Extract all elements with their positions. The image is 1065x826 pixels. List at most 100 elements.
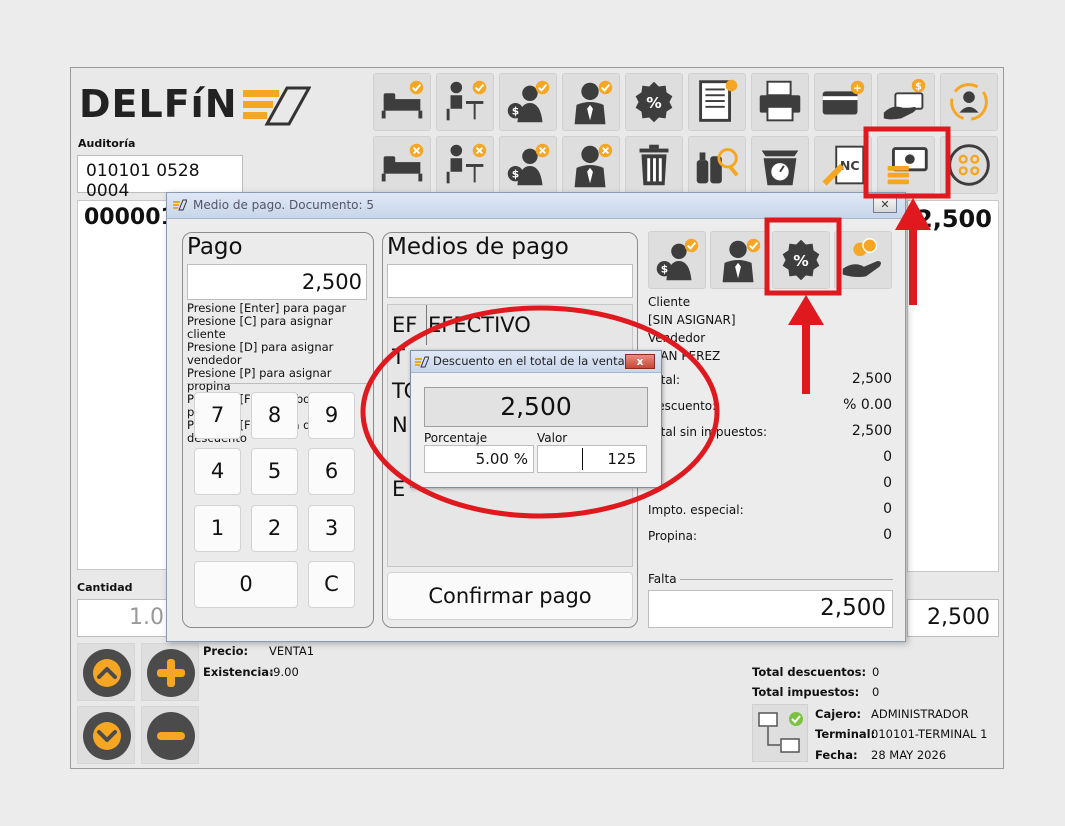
tip-button[interactable] [834, 231, 892, 289]
plus-icon [157, 659, 185, 687]
user-refresh-icon [950, 83, 988, 121]
key-4[interactable]: 4 [194, 448, 241, 495]
minus-icon [157, 732, 185, 740]
assign-seller-button[interactable] [710, 231, 768, 289]
audit-field[interactable]: 010101 0528 0004 [77, 155, 243, 201]
medios-title: Medios de pago [387, 234, 569, 260]
falta-label: Falta [648, 572, 677, 586]
cashier-cancel-button[interactable]: $ [499, 136, 557, 194]
svg-text:$: $ [661, 263, 668, 276]
scale-button[interactable] [751, 136, 809, 194]
discount-badge-icon: % [635, 81, 673, 123]
card-add-button[interactable]: + [814, 73, 872, 131]
bed-cancel-button[interactable] [373, 136, 431, 194]
date-label: Fecha: [815, 748, 858, 762]
popup-close-button[interactable]: x [625, 354, 655, 369]
method-code: N [392, 413, 408, 437]
svg-text:%: % [646, 94, 661, 112]
cashier-value: ADMINISTRADOR [871, 707, 969, 721]
seller-check-icon [722, 238, 761, 283]
price-value: VENTA1 [269, 644, 315, 658]
qty-field[interactable]: 1.0 [77, 599, 173, 637]
key-2[interactable]: 2 [251, 505, 298, 552]
user-refresh-button[interactable] [940, 73, 998, 131]
discount-button[interactable]: % [772, 231, 830, 289]
more-options-button[interactable] [940, 136, 998, 194]
payment-method-row[interactable]: EF EFECTIVO [388, 311, 632, 341]
key-1[interactable]: 1 [194, 505, 241, 552]
key-3[interactable]: 3 [308, 505, 355, 552]
summary-value: 0 [883, 475, 892, 491]
seated-customer-cancel-button[interactable] [436, 136, 494, 194]
key-7[interactable]: 7 [194, 392, 241, 439]
cashier-check-button[interactable]: $ [499, 73, 557, 131]
method-code: T [392, 345, 405, 369]
method-code: EF [392, 313, 418, 337]
popup-title: Descuento en el total de la venta [433, 354, 625, 368]
more-options-icon [948, 144, 990, 186]
value-field[interactable]: 125 [537, 445, 647, 473]
svg-text:%: % [793, 252, 808, 270]
pago-amount-field[interactable]: 2,500 [187, 264, 367, 300]
qty-label: Cantidad [77, 581, 133, 594]
key-6[interactable]: 6 [308, 448, 355, 495]
text-cursor [582, 448, 583, 470]
bottles-search-icon [696, 148, 739, 184]
confirm-payment-button[interactable]: Confirmar pago [387, 572, 633, 620]
seated-customer-check-button[interactable] [436, 73, 494, 131]
add-button[interactable] [141, 643, 199, 701]
percent-field[interactable]: 5.00 % [424, 445, 534, 473]
svg-text:NC: NC [840, 158, 860, 173]
trash-icon [639, 144, 669, 186]
line-total-field: 2,500 [907, 599, 999, 637]
bottles-search-button[interactable] [688, 136, 746, 194]
printer-button[interactable] [751, 73, 809, 131]
value-label: Valor [537, 431, 568, 445]
dialog-title: Medio de pago. Documento: 5 [193, 198, 375, 212]
printer-icon [759, 80, 801, 122]
remove-button[interactable] [141, 706, 199, 764]
cash-hand-button[interactable]: $ [877, 73, 935, 131]
svg-text:$: $ [915, 81, 922, 92]
date-value: 28 MAY 2026 [871, 748, 947, 762]
pago-title: Pago [187, 234, 243, 260]
seller-cancel-icon [574, 143, 613, 188]
card-add-icon: + [822, 80, 865, 115]
key-8[interactable]: 8 [251, 392, 298, 439]
discount-popup: Descuento en el total de la venta x 2,50… [410, 350, 662, 488]
bed-check-button[interactable] [373, 73, 431, 131]
key-5[interactable]: 5 [251, 448, 298, 495]
network-status-icon [752, 704, 808, 762]
total-discounts-value: 0 [872, 665, 880, 679]
up-button[interactable] [77, 643, 135, 701]
seller-check-button[interactable] [562, 73, 620, 131]
seated-customer-cancel-icon [446, 143, 487, 184]
assign-client-button[interactable]: $ [648, 231, 706, 289]
seated-customer-check-icon [446, 80, 487, 121]
stock-label: Existencia: [203, 665, 274, 679]
bed-check-icon [381, 80, 424, 119]
popup-titlebar: Descuento en el total de la venta x [411, 351, 661, 373]
dialog-close-button[interactable]: ✕ [873, 197, 897, 213]
falta-field: 2,500 [648, 590, 893, 628]
medios-search-field[interactable] [387, 264, 633, 298]
nc-note-button[interactable]: NC [814, 136, 872, 194]
app-icon [173, 199, 187, 211]
payment-button[interactable] [877, 136, 935, 194]
total-discounts-label: Total descuentos: [752, 665, 867, 679]
item-list[interactable]: 000001 [77, 200, 177, 570]
shortcut-hint: Presione [D] para asignar vendedor [187, 340, 334, 367]
document-list-button[interactable] [688, 73, 746, 131]
trash-button[interactable] [625, 136, 683, 194]
keypad: 789 456 1230C [187, 383, 367, 621]
svg-text:$: $ [512, 168, 519, 181]
seller-cancel-button[interactable] [562, 136, 620, 194]
app-icon [415, 356, 429, 368]
summary-label: Total sin impuestos: [648, 425, 768, 439]
key-c[interactable]: C [308, 561, 355, 608]
discount-badge-button[interactable]: % [625, 73, 683, 131]
key-0[interactable]: 0 [194, 561, 298, 608]
pago-panel: Pago 2,500 Presione [Enter] para pagar Pr… [182, 232, 374, 628]
down-button[interactable] [77, 706, 135, 764]
key-9[interactable]: 9 [308, 392, 355, 439]
